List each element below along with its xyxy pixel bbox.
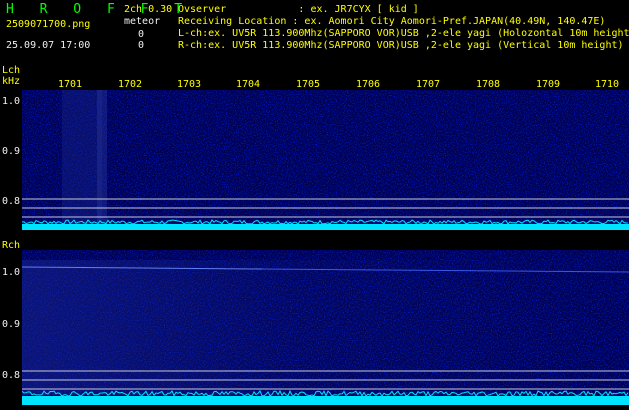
time-tick-1704: 1704 (236, 79, 261, 90)
rch-spectrogram (22, 250, 629, 405)
event-label: meteor (124, 16, 161, 27)
time-tick-1707: 1707 (416, 79, 441, 90)
rch-count: 0 (138, 40, 145, 51)
rch-ytick-1.0: 1.0 (2, 267, 21, 278)
lch-ytick-0.9: 0.9 (2, 146, 21, 157)
lch-count: 0 (138, 29, 145, 40)
lch-channel-label: Lch (2, 65, 21, 76)
lch-ytick-0.8: 0.8 (2, 196, 21, 207)
observer-info: Ovserver : ex. JR7CYX [ kid ] (178, 4, 419, 15)
rch-spectrogram-svg (22, 250, 629, 405)
filename-label: 2509071700.png (6, 19, 91, 30)
rch-ytick-0.8: 0.8 (2, 370, 21, 381)
rch-info: R-ch:ex. UV5R 113.900Mhz(SAPPORO VOR)USB… (178, 40, 624, 51)
time-tick-1702: 1702 (118, 79, 143, 90)
lch-spectrogram (22, 90, 629, 230)
time-tick-1703: 1703 (177, 79, 202, 90)
mode-label: 2ch 0.30 (124, 4, 173, 15)
time-tick-1709: 1709 (536, 79, 561, 90)
lch-spectrogram-svg (22, 90, 629, 230)
time-tick-1708: 1708 (476, 79, 501, 90)
time-tick-1701: 1701 (58, 79, 83, 90)
lch-info: L-ch:ex. UV5R 113.900Mhz(SAPPORO VOR)USB… (178, 28, 629, 39)
time-tick-1705: 1705 (296, 79, 321, 90)
lch-unit-label: kHz (2, 76, 21, 87)
location-info: Receiving Location : ex. Aomori City Aom… (178, 16, 606, 27)
time-tick-1710: 1710 (595, 79, 620, 90)
rch-channel-label: Rch (2, 240, 21, 251)
rch-ytick-0.9: 0.9 (2, 319, 21, 330)
lch-ytick-1.0: 1.0 (2, 96, 21, 107)
datetime-label: 25.09.07 17:00 (6, 40, 91, 51)
time-tick-1706: 1706 (356, 79, 381, 90)
